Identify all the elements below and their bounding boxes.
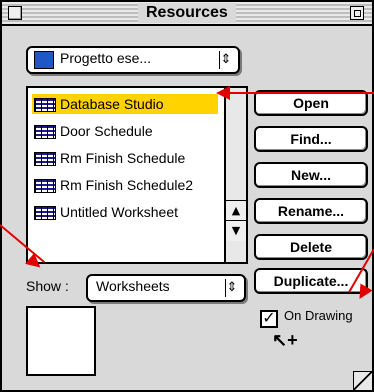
list-item[interactable]: Untitled Worksheet xyxy=(32,202,218,222)
cursor-icon: ↖+ xyxy=(272,330,298,350)
project-icon xyxy=(34,51,54,69)
worksheet-icon xyxy=(34,152,56,166)
preview-box xyxy=(26,306,96,376)
list-item[interactable]: Rm Finish Schedule2 xyxy=(32,175,218,195)
show-popup-value: Worksheets xyxy=(96,278,170,294)
close-box[interactable] xyxy=(8,6,22,20)
zoom-box[interactable] xyxy=(350,6,364,20)
list-item-label: Untitled Worksheet xyxy=(60,204,179,220)
list-item[interactable]: Database Studio xyxy=(32,94,218,114)
resources-window: Resources Progetto ese... ⇕ Database Stu… xyxy=(0,0,374,392)
list-item-label: Database Studio xyxy=(60,96,164,112)
resize-grip-icon[interactable] xyxy=(353,371,372,390)
project-popup-label: Progetto ese... xyxy=(60,50,152,66)
popup-arrows-icon: ⇕ xyxy=(219,51,232,69)
rename-button[interactable]: Rename... xyxy=(254,198,368,224)
scroll-up-icon[interactable]: ▲ xyxy=(226,200,246,221)
worksheet-icon xyxy=(34,206,56,220)
worksheet-icon xyxy=(34,179,56,193)
popup-arrows-icon: ⇕ xyxy=(225,279,238,297)
list-item[interactable]: Rm Finish Schedule xyxy=(32,148,218,168)
worksheet-icon xyxy=(34,125,56,139)
find-button[interactable]: Find... xyxy=(254,126,368,152)
new-button[interactable]: New... xyxy=(254,162,368,188)
show-popup[interactable]: Worksheets ⇕ xyxy=(86,274,246,302)
scroll-down-icon[interactable]: ▼ xyxy=(226,220,246,241)
list-item[interactable]: Door Schedule xyxy=(32,121,218,141)
annotation-line-selected xyxy=(230,92,374,94)
annotation-arrowhead-selected xyxy=(216,86,230,100)
on-drawing-label: On Drawing xyxy=(284,308,353,323)
resource-list[interactable]: Database Studio Door Schedule Rm Finish Sc… xyxy=(26,86,248,264)
delete-button[interactable]: Delete xyxy=(254,234,368,260)
list-item-label: Door Schedule xyxy=(60,123,153,139)
window-title: Resources xyxy=(138,3,236,23)
list-scrollbar[interactable]: ▲ ▼ xyxy=(224,88,246,262)
title-bar[interactable]: Resources xyxy=(2,2,372,26)
list-item-label: Rm Finish Schedule xyxy=(60,150,186,166)
on-drawing-checkbox[interactable]: ✓ xyxy=(260,310,278,328)
list-item-label: Rm Finish Schedule2 xyxy=(60,177,194,193)
project-popup[interactable]: Progetto ese... ⇕ xyxy=(26,46,240,74)
show-label: Show : xyxy=(26,278,69,294)
worksheet-icon xyxy=(34,98,56,112)
